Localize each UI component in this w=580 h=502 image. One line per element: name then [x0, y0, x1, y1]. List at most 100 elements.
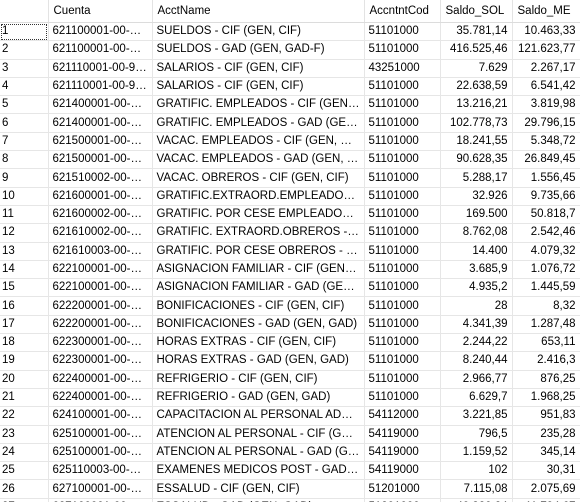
acctname-cell[interactable]: SUELDOS - CIF (GEN, CIF) [152, 22, 365, 42]
column-header-saldo-sol[interactable]: Saldo_SOL [440, 0, 513, 23]
column-header-acctname[interactable]: AcctName [152, 0, 365, 23]
row-number[interactable]: 9 [0, 168, 49, 188]
saldo-me-cell[interactable]: 235,28 [512, 425, 580, 444]
row-number[interactable]: 18 [0, 333, 49, 353]
saldo-me-cell[interactable]: 26.849,45 [512, 150, 580, 170]
cuenta-cell[interactable]: 622100001-00-9620 [48, 278, 153, 298]
row-number-header[interactable] [0, 0, 49, 23]
cuenta-cell[interactable]: 622400001-00-9620 [48, 388, 153, 408]
saldo-sol-cell[interactable]: 18.241,55 [440, 132, 513, 152]
acctname-cell[interactable]: CAPACITACION AL PERSONAL ADM. -... [152, 406, 365, 426]
accntntcod-cell[interactable]: 51201000 [364, 498, 441, 502]
saldo-me-cell[interactable]: 876,25 [512, 370, 580, 389]
saldo-sol-cell[interactable]: 169.500 [440, 205, 513, 225]
saldo-sol-cell[interactable]: 3.685,9 [440, 260, 513, 280]
accntntcod-cell[interactable]: 51101000 [364, 278, 441, 298]
saldo-sol-cell[interactable]: 8.240,44 [440, 351, 513, 371]
accntntcod-cell[interactable]: 51101000 [364, 150, 441, 170]
saldo-me-cell[interactable]: 1.968,25 [512, 388, 580, 408]
saldo-sol-cell[interactable]: 8.762,08 [440, 223, 513, 243]
row-number[interactable]: 7 [0, 132, 49, 152]
acctname-cell[interactable]: GRATIFIC. POR CESE EMPLEADOS -GA... [152, 205, 365, 225]
acctname-cell[interactable]: GRATIFIC. EXTRAORD.OBREROS - CIF (... [152, 223, 365, 243]
accntntcod-cell[interactable]: 51201000 [364, 479, 441, 499]
acctname-cell[interactable]: BONIFICACIONES - CIF (GEN, CIF) [152, 296, 365, 316]
acctname-cell[interactable]: SALARIOS - CIF (GEN, CIF) [152, 77, 365, 97]
saldo-me-cell[interactable]: 1.445,59 [512, 278, 580, 298]
row-number[interactable]: 15 [0, 278, 49, 298]
accntntcod-cell[interactable]: 51101000 [364, 388, 441, 408]
cuenta-cell[interactable]: 621400001-00-9620 [48, 113, 153, 133]
acctname-cell[interactable]: ATENCION AL PERSONAL - GAD (GEN,... [152, 443, 365, 463]
row-number[interactable]: 11 [0, 205, 49, 225]
saldo-me-cell[interactable]: 2.542,46 [512, 223, 580, 243]
saldo-me-cell[interactable]: 6.541,42 [512, 77, 580, 97]
saldo-me-cell[interactable]: 11.794,67 [512, 498, 580, 502]
cuenta-cell[interactable]: 621110001-00-9610 [48, 77, 153, 97]
table-row[interactable]: 14 622100001-00-9610 ASIGNACION FAMILIAR -… [0, 260, 580, 280]
cuenta-cell[interactable]: 622300001-00-9610 [48, 333, 153, 353]
acctname-cell[interactable]: HORAS EXTRAS - GAD (GEN, GAD) [152, 351, 365, 371]
saldo-sol-cell[interactable]: 22.638,59 [440, 77, 513, 97]
row-number[interactable]: 2 [0, 40, 49, 60]
saldo-sol-cell[interactable]: 4.341,39 [440, 315, 513, 335]
row-number[interactable]: 23 [0, 425, 49, 444]
cuenta-cell[interactable]: 622100001-00-9610 [48, 260, 153, 280]
row-number[interactable]: 1 [0, 22, 49, 42]
acctname-cell[interactable]: SALARIOS - CIF (GEN, CIF) [152, 59, 365, 78]
table-row[interactable]: 8 621500001-00-9620 VACAC. EMPLEADOS - GAD… [0, 150, 580, 170]
saldo-sol-cell[interactable]: 6.629,7 [440, 388, 513, 408]
acctname-cell[interactable]: ATENCION AL PERSONAL - CIF (GEN,... [152, 425, 365, 444]
accntntcod-cell[interactable]: 51101000 [364, 77, 441, 97]
saldo-me-cell[interactable]: 2.075,69 [512, 479, 580, 499]
accntntcod-cell[interactable]: 51101000 [364, 242, 441, 261]
row-number[interactable]: 10 [0, 187, 49, 206]
accntntcod-cell[interactable]: 54119000 [364, 443, 441, 463]
acctname-cell[interactable]: ASIGNACION FAMILIAR - GAD (GEN, GAD... [152, 278, 365, 298]
table-row[interactable]: 6 621400001-00-9620 GRATIFIC. EMPLEADOS - … [0, 113, 580, 133]
accntntcod-cell[interactable]: 51101000 [364, 333, 441, 353]
cuenta-cell[interactable]: 627100001-00-9620 [48, 498, 153, 502]
row-number[interactable]: 8 [0, 150, 49, 170]
acctname-cell[interactable]: SUELDOS - GAD (GEN, GAD-F) [152, 40, 365, 60]
acctname-cell[interactable]: HORAS EXTRAS - CIF (GEN, CIF) [152, 333, 365, 353]
table-row[interactable]: 20 622400001-00-9610 REFRIGERIO - CIF (GEN… [0, 370, 580, 389]
table-row[interactable]: 12 621610002-00-9610 GRATIFIC. EXTRAORD.OB… [0, 223, 580, 243]
accntntcod-cell[interactable]: 54119000 [364, 461, 441, 481]
accntntcod-cell[interactable]: 43251000 [364, 59, 441, 78]
saldo-me-cell[interactable]: 9.735,66 [512, 187, 580, 206]
acctname-cell[interactable]: ESSALUD - CIF (GEN, CIF) [152, 479, 365, 499]
accntntcod-cell[interactable]: 51101000 [364, 95, 441, 115]
table-row[interactable]: 3 621110001-00-9410 SALARIOS - CIF (GEN, C… [0, 59, 580, 78]
acctname-cell[interactable]: BONIFICACIONES - GAD (GEN, GAD) [152, 315, 365, 335]
table-row[interactable]: 9 621510002-00-9610 VACAC. OBREROS - CIF (… [0, 168, 580, 188]
cuenta-cell[interactable]: 621600002-00-9620 [48, 205, 153, 225]
saldo-me-cell[interactable]: 345,14 [512, 443, 580, 463]
saldo-sol-cell[interactable]: 5.288,17 [440, 168, 513, 188]
acctname-cell[interactable]: REFRIGERIO - CIF (GEN, CIF) [152, 370, 365, 389]
row-number[interactable]: 22 [0, 406, 49, 426]
accntntcod-cell[interactable]: 51101000 [364, 113, 441, 133]
saldo-me-cell[interactable]: 951,83 [512, 406, 580, 426]
cuenta-cell[interactable]: 622200001-00-9610 [48, 296, 153, 316]
saldo-me-cell[interactable]: 2.267,17 [512, 59, 580, 78]
table-row[interactable]: 25 625110003-00-9620 EXAMENES MEDICOS POST… [0, 461, 580, 481]
cuenta-cell[interactable]: 621610003-00-9610 [48, 242, 153, 261]
saldo-sol-cell[interactable]: 14.400 [440, 242, 513, 261]
accntntcod-cell[interactable]: 51101000 [364, 351, 441, 371]
cuenta-cell[interactable]: 621110001-00-9410 [48, 59, 153, 78]
table-row[interactable]: 24 625100001-00-9620 ATENCION AL PERSONAL … [0, 443, 580, 463]
saldo-sol-cell[interactable]: 40.320,24 [440, 498, 513, 502]
cuenta-cell[interactable]: 625110003-00-9620 [48, 461, 153, 481]
table-row[interactable]: 19 622300001-00-9620 HORAS EXTRAS - GAD (G… [0, 351, 580, 371]
cuenta-cell[interactable]: 625100001-00-9610 [48, 425, 153, 444]
accntntcod-cell[interactable]: 51101000 [364, 132, 441, 152]
cuenta-cell[interactable]: 622200001-00-9620 [48, 315, 153, 335]
row-number[interactable]: 24 [0, 443, 49, 463]
acctname-cell[interactable]: REFRIGERIO - GAD (GEN, GAD) [152, 388, 365, 408]
saldo-me-cell[interactable]: 10.463,33 [512, 22, 580, 42]
row-number[interactable]: 14 [0, 260, 49, 280]
row-number[interactable]: 19 [0, 351, 49, 371]
saldo-sol-cell[interactable]: 7.629 [440, 59, 513, 78]
saldo-sol-cell[interactable]: 3.221,85 [440, 406, 513, 426]
